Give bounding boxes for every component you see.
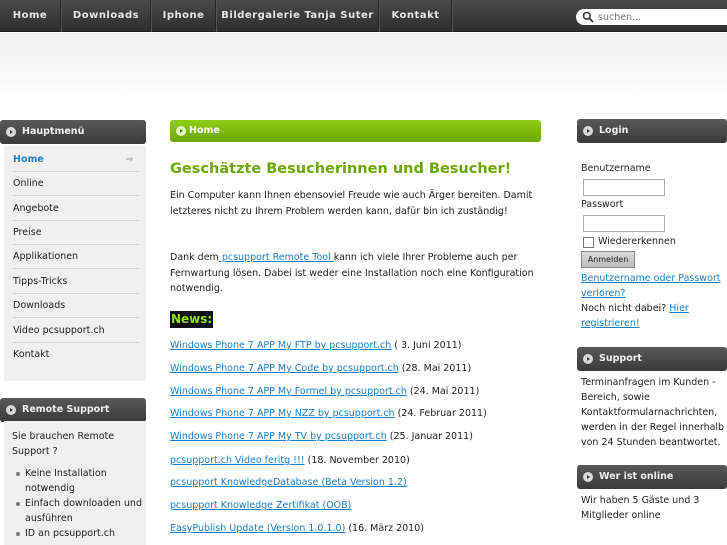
news-date: (16. März 2010) [345, 523, 424, 534]
remember-label: Wiedererkennen [598, 236, 676, 247]
news-item: Windows Phone 7 APP My Formel by pcsuppo… [170, 385, 479, 398]
menu-item-angebote[interactable]: Angebote [13, 197, 139, 221]
page-title: Geschätzte Besucherinnen und Besucher! [170, 161, 512, 177]
news-link[interactable]: pcsupport.ch Video feritg !!! [170, 455, 305, 466]
nav-home[interactable]: Home [0, 0, 61, 32]
news-item: pcsupport Knowledge Zertifikat (OOB) [170, 499, 351, 512]
news-date: (24. Mai 2011) [406, 386, 480, 397]
arrow-right-icon [583, 354, 593, 364]
news-link[interactable]: Windows Phone 7 APP My Formel by pcsuppo… [170, 386, 407, 397]
breadcrumb: Home [170, 120, 541, 142]
support-header: Support [577, 347, 727, 371]
search-icon [582, 11, 594, 23]
news-item: pcsupport.ch Video feritg !!! (18. Novem… [170, 454, 410, 467]
search-box [576, 9, 727, 25]
forgot-password-link[interactable]: Benutzername oder Passwort verloren? [581, 271, 725, 301]
bullet-icon [16, 472, 20, 476]
news-heading: News: [170, 311, 214, 328]
remote-support-title: Remote Support [22, 404, 110, 415]
username-label: Benutzername [581, 163, 651, 174]
bullet-icon [16, 532, 20, 536]
online-text: Wir haben 5 Gäste und 3 Mitglieder onlin… [581, 495, 700, 521]
menu-item-applikationen[interactable]: Applikationen [13, 245, 139, 269]
menu-item-downloads[interactable]: Downloads [13, 294, 139, 318]
news-date: (18. November 2010) [304, 455, 410, 466]
remote-tool-link[interactable]: pcsupport Remote Tool [219, 252, 334, 263]
news-link[interactable]: pcsupport KnowledgeDatabase (Beta Versio… [170, 477, 407, 488]
list-item: Keine Installation notwendig [16, 466, 144, 496]
username-field[interactable] [583, 179, 665, 196]
arrow-right-icon [6, 405, 16, 415]
list-item-label: Einfach downloaden und ausführen [25, 498, 142, 524]
list-item: Einfach downloaden und ausführen [16, 496, 144, 526]
news-item: Windows Phone 7 APP My FTP by pcsupport.… [170, 339, 461, 352]
online-header: Wer ist online [577, 465, 727, 489]
menu-item-tipps-tricks[interactable]: Tipps-Tricks [13, 270, 139, 294]
menu-item-label: Home [13, 154, 44, 165]
news-link[interactable]: EasyPublish Update (Version 1.0.1.0) [170, 523, 345, 534]
double-arrow-icon: ⇒ [125, 155, 133, 165]
nav-downloads[interactable]: Downloads [62, 0, 151, 32]
arrow-right-icon [6, 127, 16, 137]
news-link[interactable]: pcsupport Knowledge Zertifikat (OOB) [170, 500, 351, 511]
remote-support-header: Remote Support [0, 398, 146, 422]
password-label: Passwort [581, 199, 624, 210]
nav-iphone[interactable]: Iphone [152, 0, 216, 32]
support-text: Terminanfragen im Kunden - Bereich, sowi… [581, 377, 725, 448]
intro-paragraph: Ein Computer kann Ihnen ebensoviel Freud… [170, 190, 533, 217]
news-item: pcsupport KnowledgeDatabase (Beta Versio… [170, 476, 407, 489]
menu-item-video[interactable]: Video pcsupport.ch [13, 319, 139, 343]
register-prompt: Noch nicht dabei? [581, 303, 667, 314]
menu-item-preise[interactable]: Preise [13, 221, 139, 245]
login-title: Login [599, 125, 629, 136]
main-menu: Home ⇒ Online Angebote Preise Applikatio… [4, 146, 146, 381]
news-link[interactable]: Windows Phone 7 APP My TV by pcsupport.c… [170, 431, 387, 442]
remote-paragraph: Dank dem pcsupport Remote Tool kann ich … [170, 250, 545, 297]
nav-kontakt[interactable]: Kontakt [380, 0, 452, 32]
news-date: (24. Februar 2011) [394, 408, 487, 419]
password-field[interactable] [583, 215, 665, 232]
arrow-right-icon [176, 126, 186, 136]
news-date: ( 3. Juni 2011) [391, 340, 462, 351]
remote-support-text: Sie brauchen Remote Support ? [12, 431, 115, 457]
bullet-icon [16, 502, 20, 506]
nav-bildergalerie[interactable]: Bildergalerie Tanja Suter [217, 0, 379, 32]
list-item-label: Keine Installation notwendig [25, 468, 107, 494]
main-menu-header: Hauptmenü [0, 120, 146, 144]
news-link[interactable]: Windows Phone 7 APP My Code by pcsupport… [170, 363, 399, 374]
remote-paragraph-text: Dank dem [170, 252, 219, 263]
list-item-label: ID an pcsupport.ch [25, 528, 115, 539]
menu-item-kontakt[interactable]: Kontakt [13, 343, 139, 367]
remember-checkbox[interactable] [583, 237, 594, 248]
arrow-right-icon [583, 472, 593, 482]
login-button[interactable]: Anmelden [581, 251, 635, 268]
news-item: Windows Phone 7 APP My Code by pcsupport… [170, 362, 471, 375]
online-title: Wer ist online [599, 471, 674, 482]
news-item: Windows Phone 7 APP My TV by pcsupport.c… [170, 430, 473, 443]
top-navigation: Home Downloads Iphone Bildergalerie Tanj… [0, 0, 727, 32]
news-item: Windows Phone 7 APP My NZZ by pcsupport.… [170, 407, 487, 420]
news-date: (25. Januar 2011) [386, 431, 473, 442]
breadcrumb-label: Home [189, 125, 220, 136]
main-menu-title: Hauptmenü [22, 126, 85, 137]
header-band [0, 33, 727, 103]
menu-item-home[interactable]: Home ⇒ [13, 148, 139, 172]
register-text: Noch nicht dabei? Hier registrieren! [581, 301, 725, 331]
search-input[interactable] [598, 10, 724, 24]
menu-item-online[interactable]: Online [13, 172, 139, 196]
news-link[interactable]: Windows Phone 7 APP My FTP by pcsupport.… [170, 340, 391, 351]
arrow-right-icon [583, 126, 593, 136]
remote-support-box: Sie brauchen Remote Support ? Keine Inst… [4, 421, 146, 545]
list-item: ID an pcsupport.ch [16, 526, 144, 541]
news-link[interactable]: Windows Phone 7 APP My NZZ by pcsupport.… [170, 408, 395, 419]
news-date: (28. Mai 2011) [398, 363, 472, 374]
news-item: EasyPublish Update (Version 1.0.1.0) (16… [170, 522, 424, 535]
support-title: Support [599, 353, 642, 364]
login-header: Login [577, 119, 727, 143]
